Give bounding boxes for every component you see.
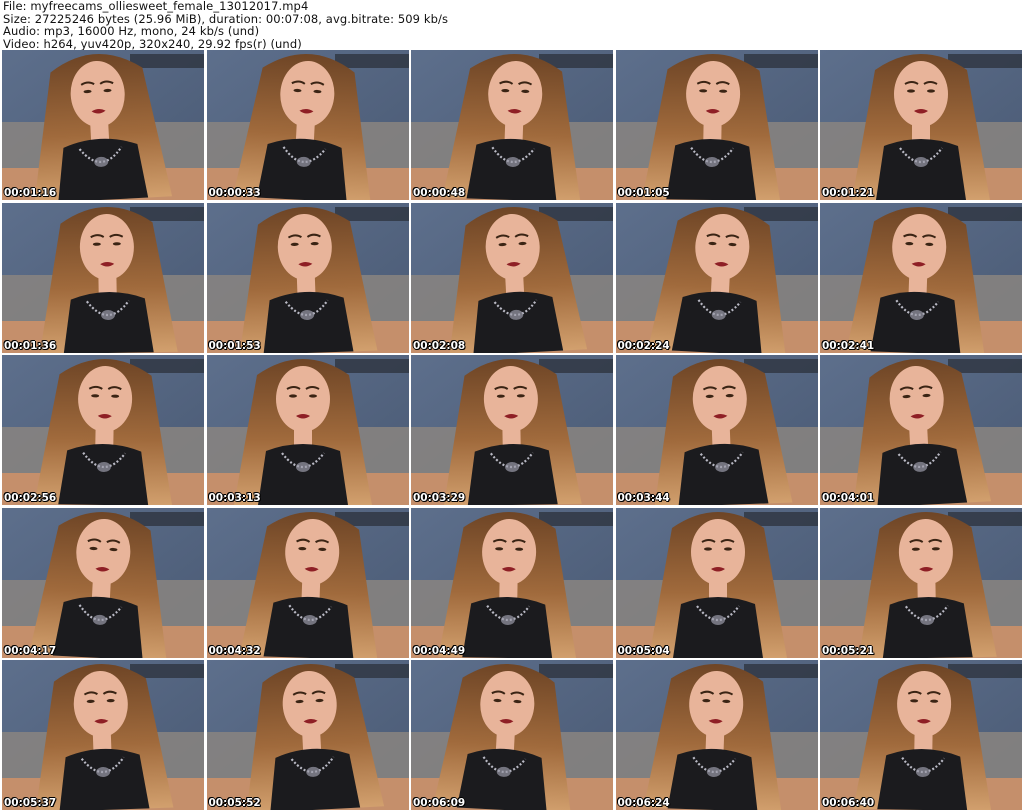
video-thumbnail: 00:03:29 bbox=[411, 355, 613, 505]
video-thumbnail: 00:05:37 bbox=[2, 660, 204, 810]
video-frame bbox=[820, 355, 1022, 505]
video-thumbnail: 00:01:16 bbox=[2, 50, 204, 200]
thumbnail-grid: 00:01:16 00:00:33 00:00:48 00:01:05 00:01:21… bbox=[2, 50, 1022, 810]
thumbnail-timestamp: 00:02:41 bbox=[822, 339, 875, 352]
thumbnail-timestamp: 00:00:48 bbox=[413, 187, 466, 199]
thumbnail-timestamp: 00:03:29 bbox=[413, 492, 466, 504]
thumbnail-timestamp: 00:04:01 bbox=[822, 492, 875, 504]
video-frame bbox=[615, 660, 818, 810]
thumbnail-timestamp: 00:04:49 bbox=[413, 644, 466, 657]
video-thumbnail: 00:00:33 bbox=[206, 50, 409, 200]
video-thumbnail: 00:02:56 bbox=[2, 355, 204, 505]
thumbnail-timestamp: 00:05:21 bbox=[822, 644, 875, 657]
thumbnail-timestamp: 00:05:52 bbox=[208, 797, 261, 809]
video-frame bbox=[411, 355, 613, 505]
video-frame bbox=[206, 507, 409, 658]
video-thumbnail: 00:01:21 bbox=[820, 50, 1022, 200]
video-frame bbox=[820, 202, 1022, 353]
video-thumbnail: 00:00:48 bbox=[411, 50, 613, 200]
video-thumbnail: 00:01:36 bbox=[2, 202, 204, 353]
thumbnail-timestamp: 00:05:04 bbox=[617, 644, 670, 657]
file-info-header: File: myfreecams_olliesweet_female_13012… bbox=[3, 0, 1021, 50]
video-frame bbox=[820, 507, 1022, 658]
thumbnail-timestamp: 00:06:40 bbox=[822, 797, 875, 809]
thumbnail-timestamp: 00:06:24 bbox=[617, 797, 670, 809]
video-frame bbox=[2, 507, 204, 658]
video-frame bbox=[2, 202, 204, 353]
video-frame bbox=[615, 355, 818, 505]
video-thumbnail: 00:06:24 bbox=[615, 660, 818, 810]
thumbnail-timestamp: 00:03:44 bbox=[617, 492, 670, 504]
video-frame bbox=[411, 507, 613, 658]
video-info-line: Video: h264, yuv420p, 320x240, 29.92 fps… bbox=[3, 36, 302, 51]
thumbnail-timestamp: 00:04:32 bbox=[208, 644, 261, 657]
audio-info-line: Audio: mp3, 16000 Hz, mono, 24 kb/s (und… bbox=[3, 24, 260, 38]
thumbnail-timestamp: 00:06:09 bbox=[413, 797, 466, 809]
thumbnail-timestamp: 00:01:36 bbox=[4, 339, 57, 352]
video-thumbnail: 00:04:49 bbox=[411, 507, 613, 658]
video-thumbnail: 00:04:32 bbox=[206, 507, 409, 658]
video-frame bbox=[206, 355, 409, 505]
video-thumbnail: 00:05:04 bbox=[615, 507, 818, 658]
video-frame bbox=[820, 660, 1022, 810]
video-thumbnail: 00:04:17 bbox=[2, 507, 204, 658]
video-thumbnail: 00:01:53 bbox=[206, 202, 409, 353]
thumbnail-timestamp: 00:01:53 bbox=[208, 339, 261, 352]
video-thumbnail: 00:01:05 bbox=[615, 50, 818, 200]
video-thumbnail: 00:05:21 bbox=[820, 507, 1022, 658]
video-thumbnail: 00:04:01 bbox=[820, 355, 1022, 505]
thumbnail-timestamp: 00:01:05 bbox=[617, 187, 670, 199]
file-name-line: File: myfreecams_olliesweet_female_13012… bbox=[3, 0, 309, 13]
thumbnail-timestamp: 00:02:08 bbox=[413, 339, 466, 352]
video-thumbnail: 00:02:24 bbox=[615, 202, 818, 353]
video-thumbnail: 00:05:52 bbox=[206, 660, 409, 810]
thumbnail-timestamp: 00:03:13 bbox=[208, 492, 261, 504]
video-frame bbox=[206, 50, 409, 200]
video-frame bbox=[206, 660, 409, 810]
video-thumbnail: 00:02:41 bbox=[820, 202, 1022, 353]
video-frame bbox=[615, 50, 818, 200]
video-frame bbox=[2, 355, 204, 505]
thumbnail-timestamp: 00:00:33 bbox=[208, 187, 261, 199]
video-thumbnail: 00:06:09 bbox=[411, 660, 613, 810]
video-frame bbox=[615, 507, 818, 658]
video-frame bbox=[411, 660, 613, 810]
thumbnail-timestamp: 00:05:37 bbox=[4, 797, 57, 809]
thumbnail-timestamp: 00:02:24 bbox=[617, 339, 670, 352]
video-thumbnail: 00:02:08 bbox=[411, 202, 613, 353]
video-frame bbox=[2, 50, 204, 200]
thumbnail-timestamp: 00:04:17 bbox=[4, 644, 57, 657]
video-thumbnail: 00:03:13 bbox=[206, 355, 409, 505]
video-thumbnail: 00:03:44 bbox=[615, 355, 818, 505]
video-frame bbox=[615, 202, 818, 353]
video-frame bbox=[2, 660, 204, 810]
video-frame bbox=[820, 50, 1022, 200]
video-frame bbox=[411, 50, 613, 200]
video-thumbnail: 00:06:40 bbox=[820, 660, 1022, 810]
thumbnail-timestamp: 00:01:21 bbox=[822, 187, 875, 199]
video-frame bbox=[411, 202, 613, 353]
video-frame bbox=[206, 202, 409, 353]
thumbnail-timestamp: 00:01:16 bbox=[4, 187, 57, 199]
thumbnail-timestamp: 00:02:56 bbox=[4, 492, 57, 504]
